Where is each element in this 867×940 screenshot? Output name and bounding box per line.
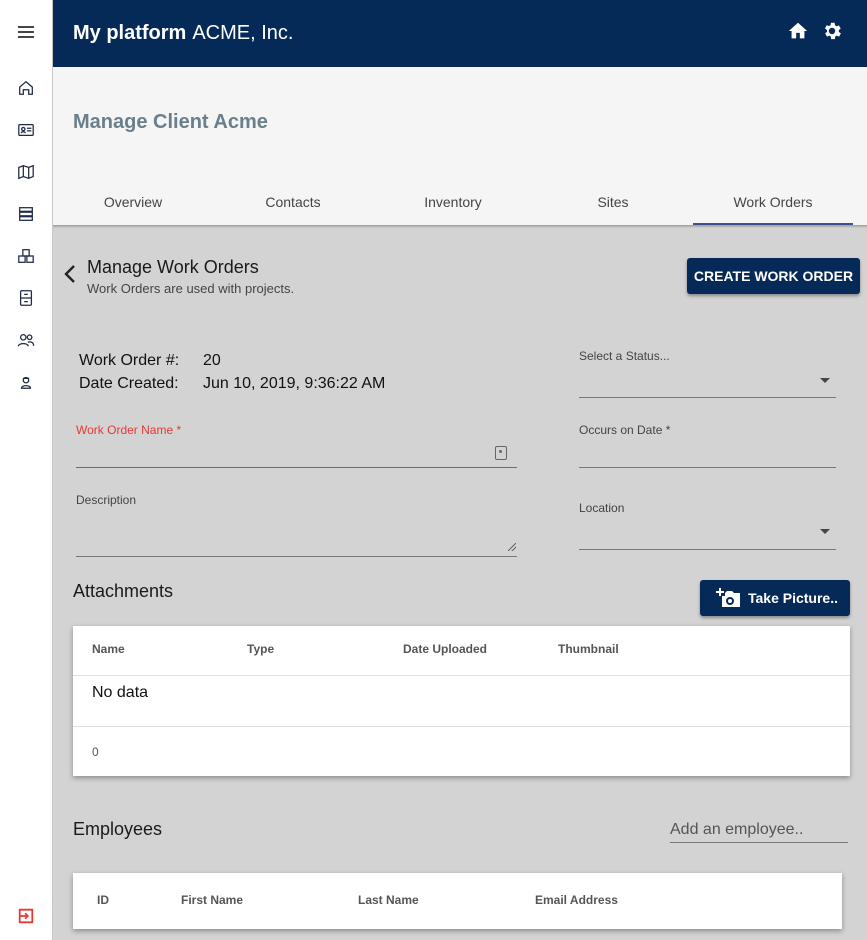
- location-label: Location: [579, 501, 625, 515]
- employees-title: Employees: [73, 819, 163, 839]
- chevron-left-icon: [64, 265, 75, 283]
- occurs-on-date-underline: [579, 467, 836, 468]
- home-icon: [788, 22, 808, 39]
- work-order-name-field[interactable]: Work Order Name *: [76, 420, 517, 470]
- chevron-down-icon: [820, 378, 830, 383]
- sidebar-item-contacts[interactable]: [0, 116, 52, 144]
- sidebar-item-logout[interactable]: [0, 902, 52, 930]
- exit-icon: [18, 908, 34, 924]
- date-created-value: Jun 10, 2019, 9:36:22 AM: [203, 375, 386, 392]
- employees-table: ID First Name Last Name Email Address: [73, 873, 842, 929]
- work-order-name-label: Work Order Name *: [76, 423, 182, 437]
- add-camera-icon: [716, 588, 740, 607]
- users-icon: [17, 333, 35, 347]
- location-select[interactable]: Location: [579, 497, 836, 551]
- sidebar-item-sites[interactable]: [0, 242, 52, 270]
- column-header-thumbnail[interactable]: Thumbnail: [558, 626, 619, 676]
- footer-divider: [73, 726, 850, 727]
- column-header-type[interactable]: Type: [247, 626, 274, 676]
- page-title: Manage Client Acme: [73, 111, 268, 133]
- sidebar-item-inventory[interactable]: [0, 200, 52, 228]
- boxes-icon: [18, 249, 34, 263]
- client-tabs: Overview Contacts Inventory Sites Work O…: [53, 178, 867, 226]
- status-underline: [579, 397, 836, 398]
- work-orders-title: Manage Work Orders: [87, 257, 259, 277]
- header-actions: [787, 20, 843, 42]
- description-textarea[interactable]: Description: [76, 490, 517, 558]
- attachments-table: Name Type Date Uploaded Thumbnail No dat…: [73, 626, 850, 776]
- column-header-first-name[interactable]: First Name: [181, 873, 243, 927]
- inventory-icon: [19, 207, 33, 221]
- column-header-id[interactable]: ID: [97, 873, 109, 927]
- column-header-last-name[interactable]: Last Name: [358, 873, 419, 927]
- home-button[interactable]: [787, 20, 809, 42]
- tab-inventory[interactable]: Inventory: [373, 178, 533, 226]
- sidebar-item-map[interactable]: [0, 158, 52, 186]
- tab-overview[interactable]: Overview: [53, 178, 213, 226]
- sidebar-item-home[interactable]: [0, 74, 52, 102]
- work-order-name-underline: [76, 467, 517, 468]
- worker-icon: [20, 376, 32, 389]
- sidebar-item-employees[interactable]: [0, 368, 52, 396]
- work-order-number-value: 20: [203, 352, 221, 369]
- app-header: My platform ACME, Inc.: [53, 0, 867, 67]
- description-label: Description: [76, 493, 137, 507]
- location-underline: [579, 549, 836, 550]
- textarea-resize-handle[interactable]: [508, 543, 516, 551]
- home-icon: [19, 80, 33, 95]
- header-divider: [73, 675, 850, 676]
- contact-picker-icon[interactable]: [495, 446, 507, 460]
- occurs-on-date-field[interactable]: Occurs on Date *: [579, 420, 836, 470]
- add-employee-input[interactable]: [670, 817, 848, 843]
- brand-name: My platform: [73, 22, 187, 44]
- attachment-count: 0: [92, 745, 99, 759]
- brand-company: ACME, Inc.: [192, 22, 294, 44]
- tabs-divider: [53, 225, 867, 228]
- date-created-label: Date Created:: [79, 375, 179, 392]
- back-button[interactable]: [60, 262, 80, 286]
- description-underline: [76, 556, 517, 557]
- cabinet-icon: [19, 290, 33, 306]
- column-header-email[interactable]: Email Address: [535, 873, 618, 927]
- work-order-number-label: Work Order #:: [79, 352, 180, 369]
- chevron-down-icon: [820, 529, 830, 534]
- column-header-date-uploaded[interactable]: Date Uploaded: [403, 626, 487, 676]
- status-select[interactable]: Select a Status...: [579, 345, 836, 399]
- attachments-title: Attachments: [73, 581, 174, 601]
- sidebar-item-users[interactable]: [0, 326, 52, 354]
- take-picture-button[interactable]: Take Picture..: [700, 580, 850, 616]
- map-icon: [18, 164, 34, 180]
- column-header-name[interactable]: Name: [92, 626, 125, 676]
- take-picture-label: Take Picture..: [748, 590, 839, 606]
- menu-icon[interactable]: [0, 18, 52, 46]
- tab-sites[interactable]: Sites: [533, 178, 693, 226]
- status-label: Select a Status...: [579, 349, 670, 363]
- sidebar-item-files[interactable]: [0, 284, 52, 312]
- create-work-order-button[interactable]: CREATE WORK ORDER: [687, 258, 860, 294]
- client-header: Manage Client Acme Overview Contacts Inv…: [53, 67, 867, 226]
- occurs-on-date-label: Occurs on Date *: [579, 423, 671, 437]
- app-brand: My platform ACME, Inc.: [73, 22, 293, 45]
- contact-card-icon: [18, 123, 34, 137]
- work-orders-subtitle: Work Orders are used with projects.: [87, 281, 295, 296]
- settings-button[interactable]: [821, 20, 843, 42]
- gear-icon: [824, 22, 841, 40]
- sidebar: [0, 0, 53, 940]
- tab-contacts[interactable]: Contacts: [213, 178, 373, 226]
- tab-work-orders[interactable]: Work Orders: [693, 178, 853, 226]
- empty-state: No data: [92, 684, 149, 701]
